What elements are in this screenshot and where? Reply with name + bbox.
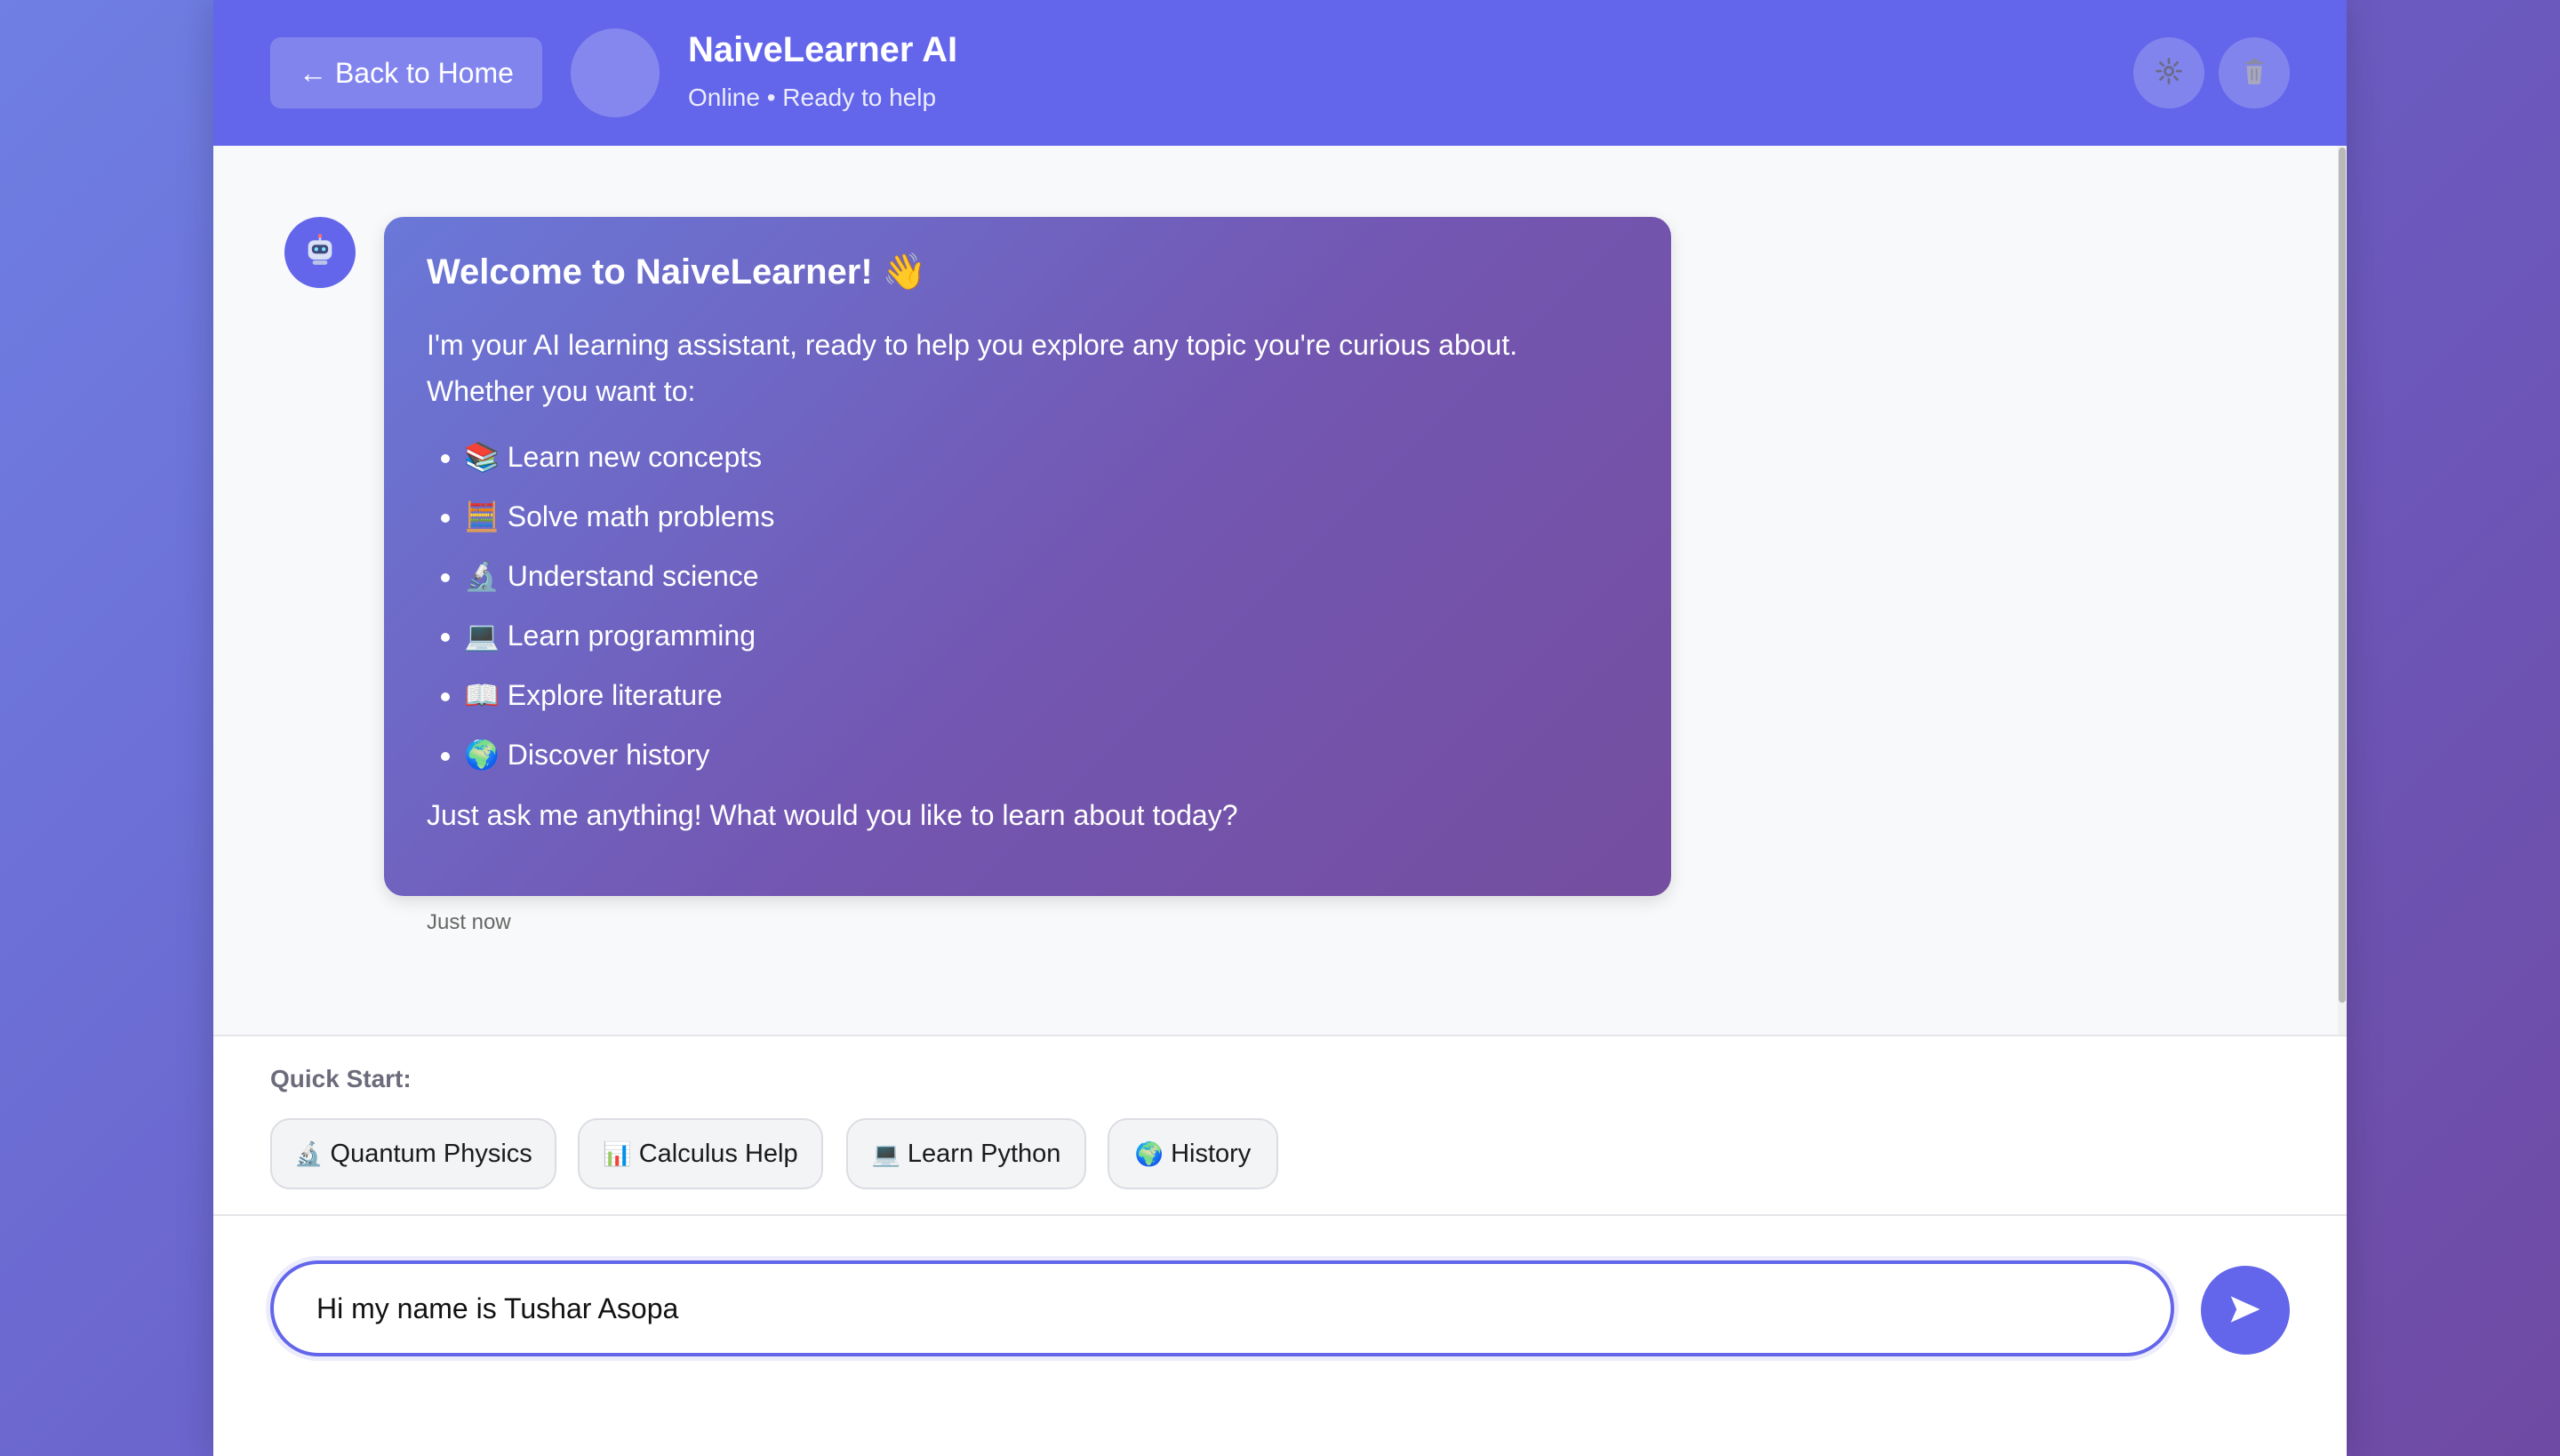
globe-icon: 🌍 — [464, 739, 500, 771]
chat-messages[interactable]: Welcome to NaiveLearner! 👋 I'm your AI l… — [213, 146, 2347, 1035]
welcome-message: Welcome to NaiveLearner! 👋 I'm your AI l… — [384, 217, 1671, 896]
quick-start-history[interactable]: 🌍 History — [1108, 1118, 1278, 1189]
list-item-label: Discover history — [507, 739, 710, 771]
topic-list: 📚 Learn new concepts 🧮 Solve math proble… — [427, 434, 1628, 778]
back-to-home-button[interactable]: ← Back to Home — [270, 37, 542, 108]
settings-button[interactable] — [2133, 37, 2204, 108]
list-item: 📖 Explore literature — [464, 672, 1628, 718]
welcome-closing: Just ask me anything! What would you lik… — [427, 799, 1238, 831]
assistant-title: NaiveLearner AI — [688, 30, 958, 69]
list-item-label: Learn programming — [507, 620, 756, 652]
message-timestamp: Just now — [427, 910, 511, 934]
chat-app: ← Back to Home NaiveLearner AI Online • … — [213, 0, 2347, 1456]
list-item: 📚 Learn new concepts — [464, 434, 1628, 480]
open-book-icon: 📖 — [464, 679, 500, 711]
laptop-icon: 💻 — [464, 620, 500, 652]
assistant-status: Online • Ready to help — [688, 84, 937, 111]
quick-start-quantum-physics[interactable]: 🔬 Quantum Physics — [270, 1118, 556, 1189]
chip-label: Quantum Physics — [330, 1139, 532, 1168]
chat-header: ← Back to Home NaiveLearner AI Online • … — [213, 0, 2347, 146]
bar-chart-icon: 📊 — [603, 1140, 632, 1167]
clear-chat-button[interactable] — [2219, 37, 2290, 108]
chat-scrollbar[interactable] — [2338, 146, 2347, 1035]
laptop-icon: 💻 — [871, 1140, 900, 1167]
welcome-intro: I'm your AI learning assistant, ready to… — [427, 329, 1518, 407]
scrollbar-thumb[interactable] — [2339, 148, 2346, 1003]
chip-label: Calculus Help — [638, 1139, 798, 1168]
send-icon — [2228, 1293, 2263, 1328]
abacus-icon: 🧮 — [464, 500, 500, 532]
books-icon: 📚 — [464, 441, 500, 473]
welcome-heading: Welcome to NaiveLearner! 👋 — [427, 252, 927, 292]
assistant-avatar — [571, 28, 660, 117]
list-item: 🌍 Discover history — [464, 732, 1628, 778]
bot-avatar — [284, 217, 356, 288]
quick-start-learn-python[interactable]: 💻 Learn Python — [846, 1118, 1086, 1189]
list-item: 💻 Learn programming — [464, 612, 1628, 659]
send-button[interactable] — [2201, 1266, 2290, 1355]
globe-icon: 🌍 — [1134, 1140, 1164, 1167]
list-item-label: Solve math problems — [507, 500, 775, 532]
message-input-area — [213, 1216, 2347, 1456]
microscope-icon: 🔬 — [294, 1140, 324, 1167]
list-item: 🧮 Solve math problems — [464, 493, 1628, 540]
list-item-label: Understand science — [507, 560, 759, 592]
message-input[interactable] — [270, 1260, 2174, 1356]
quick-start-section: Quick Start: 🔬 Quantum Physics 📊 Calculu… — [213, 1035, 2347, 1216]
list-item-label: Explore literature — [507, 679, 723, 711]
list-item-label: Learn new concepts — [507, 441, 763, 473]
quick-start-calculus-help[interactable]: 📊 Calculus Help — [578, 1118, 823, 1189]
quick-start-label: Quick Start: — [270, 1065, 412, 1092]
chip-label: Learn Python — [907, 1139, 1061, 1168]
robot-icon — [302, 233, 338, 273]
list-item: 🔬 Understand science — [464, 553, 1628, 599]
chip-label: History — [1171, 1139, 1252, 1168]
trash-icon — [2240, 56, 2268, 91]
gear-icon — [2154, 56, 2184, 91]
microscope-icon: 🔬 — [464, 560, 500, 592]
